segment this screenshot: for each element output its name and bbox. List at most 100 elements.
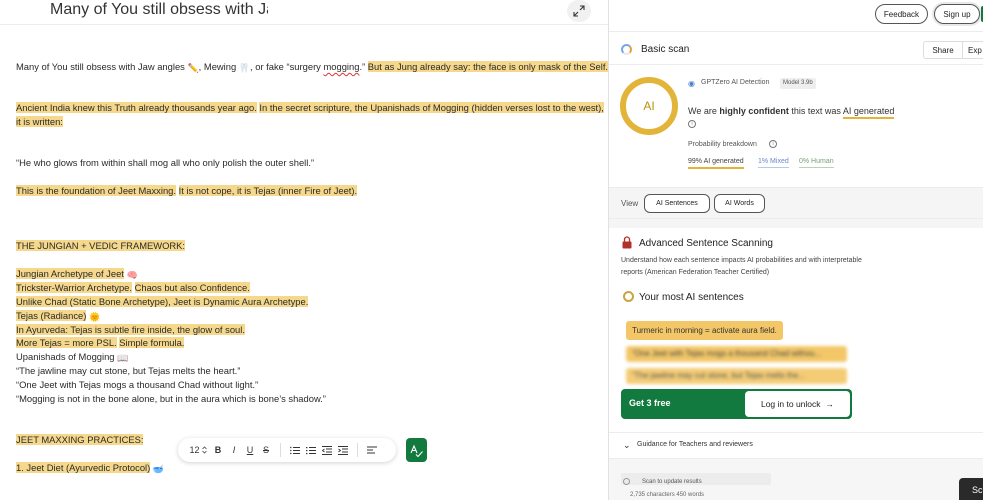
highlighted-sentence[interactable]: 1. Jeet Diet (Ayurvedic Protocol) — [16, 462, 151, 473]
bullet-list-button[interactable] — [304, 441, 318, 459]
scan-button[interactable]: Sc — [959, 478, 983, 500]
align-button[interactable] — [365, 441, 379, 459]
document-title[interactable]: Many of You still obsess with Jaw — [50, 0, 268, 22]
toolbar-divider — [280, 443, 281, 457]
highlighted-sentence[interactable]: Chaos but also Confidence. — [134, 282, 250, 293]
highlighted-sentence[interactable]: It is not cope, it is Tejas (inner Fire … — [178, 185, 358, 196]
character-count: 2,735 characters 450 words — [630, 492, 705, 498]
text-run: , or fake “surgery — [250, 61, 324, 72]
bullet-list-icon — [306, 446, 316, 454]
highlighted-sentence[interactable]: Tejas (Radiance) — [16, 310, 87, 321]
paragraph: 1. Jeet Diet (Ayurvedic Protocol) 🥣 — [16, 461, 164, 475]
document-editor[interactable]: Many of You still obsess with Jaw Many o… — [0, 0, 608, 500]
misspelled-word[interactable]: mogging — [323, 61, 359, 72]
paragraph: “Mogging is not in the bone alone, but i… — [16, 393, 326, 404]
get-free-label: Get 3 free — [629, 398, 671, 408]
detector-label: GPTZero AI Detection — [701, 79, 770, 86]
highlighted-sentence[interactable]: In Ayurveda: Tejas is subtle fire inside… — [16, 324, 245, 335]
update-results-label: Scan to update results — [642, 479, 702, 485]
highlighted-sentence[interactable]: Trickster-Warrior Archetype. — [16, 282, 132, 293]
expand-button[interactable] — [567, 0, 591, 22]
highlighted-sentence[interactable]: In the secret scripture, the Upanishads … — [259, 102, 604, 113]
probability-breakdown-label: Probability breakdown — [688, 141, 757, 148]
ai-words-button[interactable]: AI Words — [714, 194, 765, 213]
ai-sentence-item[interactable]: Turmeric in morning = activate aura fiel… — [626, 321, 783, 340]
view-label: View — [621, 199, 639, 208]
export-button[interactable]: Exp — [962, 41, 983, 59]
highlighted-sentence[interactable]: JEET MAXXING PRACTICES: — [16, 434, 144, 445]
guidance-divider — [609, 432, 983, 433]
highlighted-sentence[interactable]: Jungian Archetype of Jeet — [16, 268, 124, 279]
outdent-button[interactable] — [320, 441, 334, 459]
paragraph: This is the foundation of Jeet Maxxing. … — [16, 184, 358, 198]
paragraph: Many of You still obsess with Jaw angles… — [16, 60, 608, 74]
paragraph: Tejas (Radiance) 🌞 — [16, 309, 100, 323]
ai-score-ring: AI — [620, 77, 678, 135]
section-separator — [609, 219, 983, 228]
highlighted-sentence[interactable]: But as Jung already say: the face is onl… — [367, 61, 608, 72]
text-run: , Mewing — [198, 61, 239, 72]
share-button[interactable]: Share — [923, 41, 963, 59]
italic-button[interactable]: I — [227, 441, 241, 459]
title-divider — [0, 24, 608, 25]
formatting-toolbar: 12 B I U S — [178, 438, 396, 462]
paragraph: it is written: — [16, 115, 63, 129]
paragraph: More Tejas = more PSL. Simple formula. — [16, 336, 185, 350]
highlighted-sentence[interactable]: Unlike Chad (Static Bone Archetype), Jee… — [16, 296, 309, 307]
target-icon — [623, 291, 634, 302]
highlighted-sentence[interactable]: Ancient India knew this Truth already th… — [16, 102, 257, 113]
highlighted-sentence[interactable]: it is written: — [16, 116, 63, 127]
outdent-icon — [322, 445, 332, 455]
ai-ring-label: AI — [643, 99, 655, 113]
prob-human[interactable]: 0% Human — [799, 158, 834, 168]
highlighted-sentence[interactable]: THE JUNGIAN + VEDIC FRAMEWORK: — [16, 240, 186, 251]
paragraph: “The jawline may cut stone, but Tejas me… — [16, 365, 241, 376]
paragraph: JEET MAXXING PRACTICES: — [16, 433, 144, 447]
font-size-select[interactable]: 12 — [187, 441, 209, 459]
ai-sentence-item-locked: “One Jeet with Tejas mogs a thousand Cha… — [626, 346, 847, 362]
strikethrough-button[interactable]: S — [259, 441, 273, 459]
expand-icon — [573, 5, 585, 17]
gptzero-logo-icon: ◉ — [688, 79, 695, 88]
view-toggle-bar: View AI Sentences AI Words — [609, 187, 983, 219]
text-run: Many of You still obsess with Jaw angles — [16, 61, 188, 72]
advanced-scanning-description: Understand how each sentence impacts AI … — [621, 257, 862, 276]
highlighted-sentence[interactable]: Simple formula. — [119, 337, 185, 348]
lock-icon — [622, 236, 632, 249]
signup-button[interactable]: Sign up — [934, 4, 980, 24]
underline-button[interactable]: U — [243, 441, 257, 459]
tooth-emoji: 🦷 — [238, 63, 251, 73]
indent-button[interactable] — [336, 441, 350, 459]
advanced-scanning-title: Advanced Sentence Scanning — [639, 238, 773, 249]
model-badge: Model 3.9b — [780, 78, 816, 89]
paragraph: THE JUNGIAN + VEDIC FRAMEWORK: — [16, 239, 186, 253]
feedback-button[interactable]: Feedback — [875, 4, 928, 24]
ai-detection-panel: Feedback Sign up Basic scan Share Exp AI… — [609, 0, 983, 500]
paragraph: Unlike Chad (Static Bone Archetype), Jee… — [16, 295, 309, 309]
guidance-toggle[interactable]: Guidance for Teachers and reviewers — [637, 441, 753, 448]
grammar-check-button[interactable] — [406, 438, 427, 462]
numbered-list-button[interactable] — [288, 441, 302, 459]
scan-title: Basic scan — [641, 44, 690, 55]
highlighted-sentence[interactable]: This is the foundation of Jeet Maxxing. — [16, 185, 176, 196]
chevron-down-icon[interactable]: ⌄ — [623, 440, 631, 451]
ai-sentence-item-locked: “The jawline may cut stone, but Tejas me… — [626, 368, 847, 384]
pencil-emoji: ✏️ — [187, 63, 199, 73]
scan-spinner-icon — [621, 44, 632, 55]
verdict-text: We are highly confident this text was AI… — [688, 106, 895, 119]
bold-button[interactable]: B — [211, 441, 225, 459]
font-size-value: 12 — [189, 445, 200, 455]
info-icon[interactable]: i — [688, 120, 696, 128]
paragraph: In Ayurveda: Tejas is subtle fire inside… — [16, 323, 245, 337]
paragraph: Ancient India knew this Truth already th… — [16, 101, 604, 115]
prob-ai-generated[interactable]: 99% AI generated — [688, 158, 744, 169]
arrow-right-icon: → — [825, 399, 835, 409]
prob-mixed[interactable]: 1% Mixed — [758, 158, 789, 168]
spellcheck-icon — [410, 444, 423, 457]
highlighted-sentence[interactable]: More Tejas = more PSL. — [16, 337, 117, 348]
sun-emoji: 🌞 — [88, 312, 101, 322]
ai-sentences-button[interactable]: AI Sentences — [644, 194, 710, 213]
numbered-list-icon — [290, 446, 300, 454]
login-to-unlock-button[interactable]: Log in to unlock → — [745, 391, 850, 417]
info-icon[interactable]: i — [769, 140, 777, 148]
